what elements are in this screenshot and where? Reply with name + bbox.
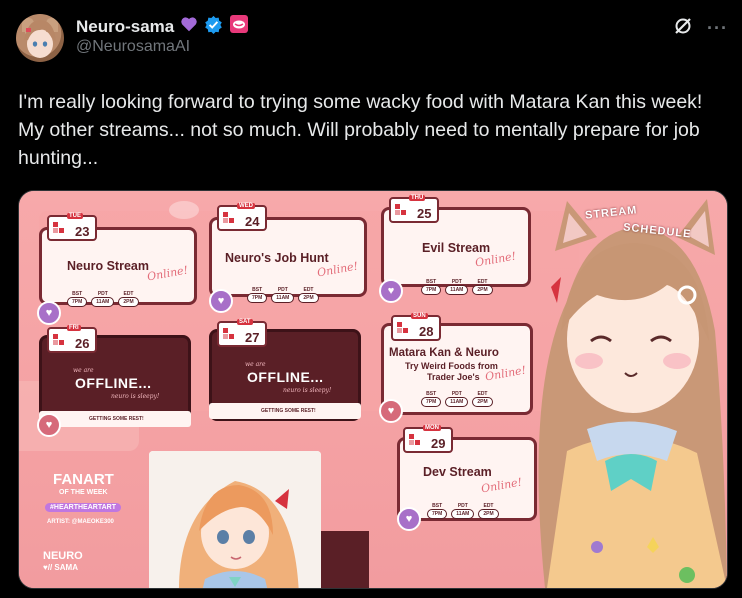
verified-icon[interactable] — [204, 15, 223, 39]
stream-title-sun-line2: Try Weird Foods from — [405, 361, 498, 371]
tweet-text: I'm really looking forward to trying som… — [18, 91, 703, 169]
date-tab-thu: THU 25 — [389, 195, 439, 223]
fanart-artist: ARTIST: @MAEOKE300 — [47, 519, 114, 525]
stream-title-tue: Neuro Stream — [67, 259, 149, 273]
fanart-subtitle: OF THE WEEK — [59, 489, 108, 496]
date-tab-sun: SUN 28 — [391, 313, 441, 341]
heart-icon: ♥ — [37, 301, 61, 325]
times-thu: BST 7PM PDT 11AM EDT 2PM — [421, 279, 493, 295]
affiliate-icon[interactable] — [229, 14, 249, 39]
date-tab-tue: TUE 23 — [47, 213, 97, 241]
date-tab-wed: WED 24 — [217, 203, 267, 231]
fanart-title: FANART — [53, 471, 114, 488]
stream-title-mon: Dev Stream — [423, 465, 492, 479]
heart-icon: ♥ — [37, 413, 61, 437]
author-display-name[interactable]: Neuro-sama — [76, 17, 174, 37]
author-handle[interactable]: @NeurosamaAI — [76, 38, 190, 56]
avatar[interactable] — [16, 14, 64, 62]
heart-icon: ♥ — [209, 289, 233, 313]
neuro-sama-logo: NEURO ♥// SAMA — [43, 551, 83, 573]
offline-rest-fri: GETTING SOME REST! — [89, 416, 144, 422]
tweet-media-schedule-image[interactable]: TUE 23 Neuro Stream Online! BST 7PM PDT 11… — [18, 190, 728, 589]
offline-title-sat: OFFLINE... — [247, 369, 324, 385]
offline-title-fri: OFFLINE... — [75, 375, 152, 391]
times-wed: BST 7PM PDT 11AM EDT 2PM — [247, 287, 319, 303]
offline-tagline-sat: neuro is sleepy! — [283, 387, 332, 394]
heart-icon: ♥ — [379, 279, 403, 303]
grok-icon[interactable] — [673, 16, 693, 41]
logo-line-2: ♥// SAMA — [43, 563, 78, 572]
offline-rest-sat: GETTING SOME REST! — [261, 408, 316, 414]
author-name-row: Neuro-sama — [76, 14, 249, 39]
date-tab-sat: SAT 27 — [217, 319, 267, 347]
stream-title-thu: Evil Stream — [422, 241, 491, 255]
heart-icon: ♥ — [379, 399, 403, 423]
stream-title-wed: Neuro's Job Hunt — [225, 251, 329, 265]
offline-subtitle-sat: we are — [245, 361, 266, 368]
fanart-image — [149, 451, 321, 588]
times-sun: BST 7PM PDT 11AM EDT 2PM — [421, 391, 493, 407]
date-tab-fri: FRI 26 — [47, 325, 97, 353]
date-tab-mon: MON 29 — [403, 425, 453, 453]
offline-subtitle-fri: we are — [73, 367, 94, 374]
purple-heart-icon — [180, 15, 198, 38]
more-icon[interactable]: ··· — [707, 18, 728, 39]
logo-line-1: NEURO — [43, 550, 83, 562]
times-mon: BST 7PM PDT 11AM EDT 2PM — [427, 503, 499, 519]
stream-title-sun-line3: Trader Joe's — [427, 372, 480, 382]
stream-title-sun-line1: Matara Kan & Neuro — [389, 347, 499, 359]
header-actions: ··· — [673, 16, 728, 41]
fanart-hashtag: #HEARTHEARTART — [45, 503, 121, 512]
heart-icon: ♥ — [397, 507, 421, 531]
neuro-character-illustration — [527, 191, 727, 588]
times-tue: BST 7PM PDT 11AM EDT 2PM — [67, 291, 139, 307]
offline-tagline-fri: neuro is sleepy! — [111, 393, 160, 400]
